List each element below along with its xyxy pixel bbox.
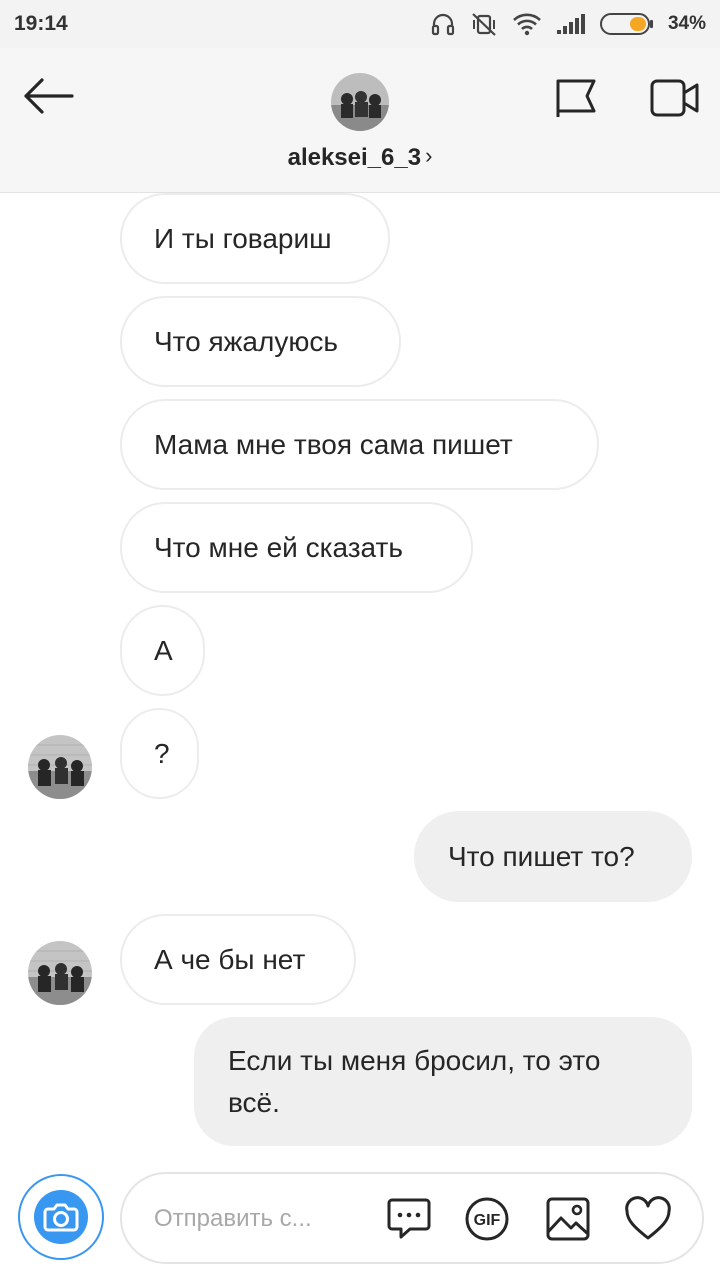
gif-button[interactable]: GIF: [464, 1196, 510, 1242]
message-text: А че бы нет: [154, 944, 306, 975]
heart-icon: [625, 1196, 671, 1240]
chat-username[interactable]: aleksei_6_3 ›: [0, 143, 720, 172]
chat-bubble-icon: [387, 1198, 431, 1239]
profile-avatar[interactable]: [331, 73, 389, 131]
signal-icon: [556, 13, 586, 35]
message-text: А: [154, 635, 173, 666]
vibrate-off-icon: [470, 11, 498, 37]
like-button[interactable]: [624, 1196, 671, 1242]
message-bubble-incoming[interactable]: Что мне ей сказать: [120, 502, 473, 593]
camera-button-fill: [34, 1190, 88, 1244]
battery-level: 34%: [667, 13, 706, 34]
message-text: Если ты меня бросил, то это всё.: [228, 1045, 601, 1118]
chevron-right-icon: ›: [425, 143, 433, 168]
message-bubble-incoming[interactable]: Мама мне твоя сама пишет: [120, 399, 599, 490]
message-text: Мама мне твоя сама пишет: [154, 429, 513, 460]
video-call-button[interactable]: [650, 78, 700, 118]
message-bubble-incoming[interactable]: А че бы нет: [120, 914, 356, 1005]
battery-icon: [599, 12, 654, 36]
message-bubble-outgoing[interactable]: Если ты меня бросил, то это всё.: [194, 1017, 692, 1146]
message-text: Что пишет то?: [448, 841, 635, 872]
gallery-button[interactable]: [545, 1196, 591, 1242]
sender-avatar[interactable]: [28, 941, 92, 1005]
headphones-icon: [430, 11, 456, 37]
message-bubble-incoming[interactable]: А: [120, 605, 205, 696]
message-text: Что яжалуюсь: [154, 326, 338, 357]
message-bubble-incoming[interactable]: ?: [120, 708, 199, 799]
flag-button[interactable]: [554, 78, 598, 118]
chat-bubble-button[interactable]: [386, 1196, 432, 1242]
message-text: Что мне ей сказать: [154, 532, 403, 563]
gallery-icon: [546, 1197, 590, 1241]
message-bubble-outgoing[interactable]: Что пишет то?: [414, 811, 692, 902]
back-button[interactable]: [22, 76, 74, 116]
status-time: 19:14: [14, 12, 68, 35]
flag-icon: [556, 79, 596, 117]
camera-button[interactable]: [18, 1174, 104, 1260]
username-label: aleksei_6_3: [287, 144, 422, 171]
message-bubble-incoming[interactable]: Что яжалуюсь: [120, 296, 401, 387]
message-text: И ты говариш: [154, 223, 332, 254]
gif-icon: GIF: [465, 1197, 509, 1241]
gif-label: GIF: [474, 1212, 501, 1229]
wifi-icon: [512, 12, 542, 36]
message-input[interactable]: [152, 1198, 356, 1240]
sender-avatar[interactable]: [28, 735, 92, 799]
status-bar: 19:14 34%: [0, 0, 720, 48]
message-text: ?: [154, 738, 170, 769]
chat-header: aleksei_6_3 ›: [0, 48, 720, 193]
video-call-icon: [650, 79, 699, 117]
camera-icon: [43, 1203, 79, 1232]
back-arrow-icon: [24, 78, 74, 114]
message-bubble-incoming[interactable]: И ты говариш: [120, 193, 390, 284]
